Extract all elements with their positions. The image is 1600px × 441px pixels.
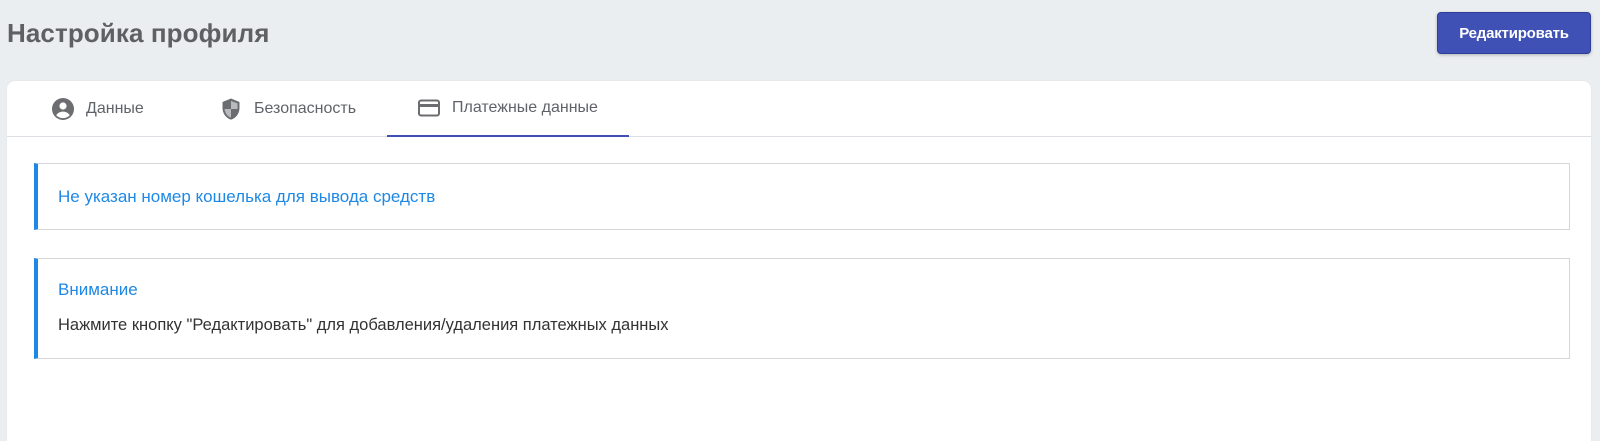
account-circle-icon	[51, 97, 75, 121]
profile-card: Данные Безопасность Платежные данные Не …	[7, 81, 1591, 441]
attention-alert: Внимание Нажмите кнопку "Редактировать" …	[34, 258, 1570, 359]
tab-security-label: Безопасность	[254, 100, 357, 117]
tab-data-label: Данные	[86, 100, 144, 117]
page-title: Настройка профиля	[7, 18, 270, 48]
wallet-missing-message: Не указан номер кошелька для вывода сред…	[58, 187, 436, 206]
tab-payment[interactable]: Платежные данные	[387, 81, 629, 137]
edit-button[interactable]: Редактировать	[1437, 12, 1591, 54]
tab-data[interactable]: Данные	[51, 81, 144, 137]
credit-card-icon	[417, 96, 441, 120]
tab-bar: Данные Безопасность Платежные данные	[7, 81, 1591, 137]
attention-title: Внимание	[58, 280, 138, 299]
wallet-missing-alert: Не указан номер кошелька для вывода сред…	[34, 163, 1570, 230]
page-header: Настройка профиля Редактировать	[0, 0, 1600, 80]
tab-security[interactable]: Безопасность	[219, 81, 356, 137]
shield-icon	[219, 97, 243, 121]
attention-text: Нажмите кнопку "Редактировать" для добав…	[58, 316, 669, 334]
tab-payment-label: Платежные данные	[452, 99, 598, 116]
